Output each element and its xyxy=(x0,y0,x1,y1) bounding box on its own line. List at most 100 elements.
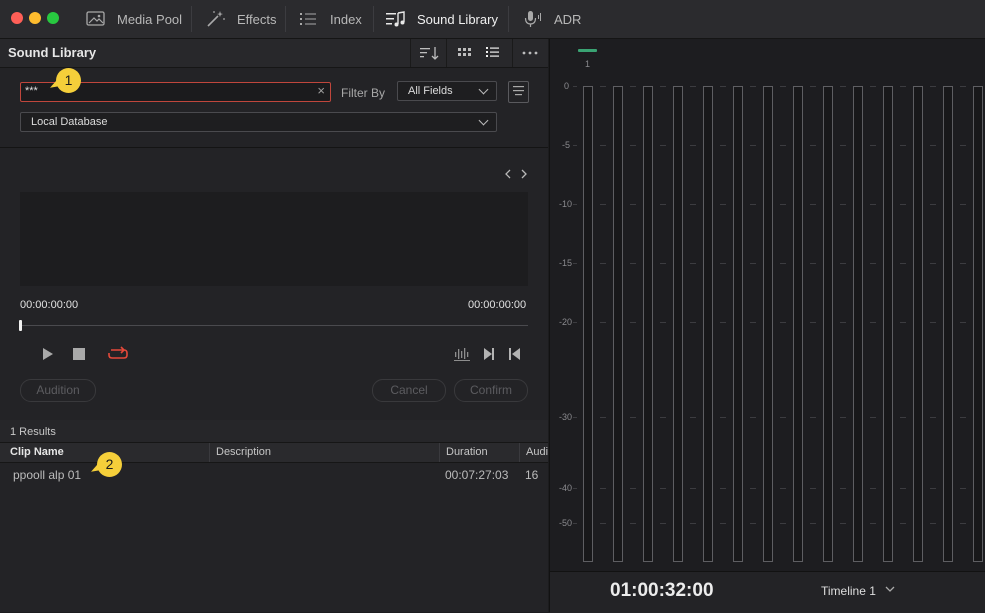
column-header-description[interactable]: Description xyxy=(216,446,271,458)
more-options-icon xyxy=(522,51,538,55)
meter-scale-dash xyxy=(840,417,846,418)
meter-bar xyxy=(793,86,803,562)
tab-media-pool[interactable]: Media Pool xyxy=(85,0,182,38)
meter-scale-dash xyxy=(750,488,756,489)
filter-by-dropdown[interactable]: All Fields xyxy=(397,81,497,101)
meter-scale-dash xyxy=(660,204,666,205)
meter-scale-dash xyxy=(573,523,577,524)
meter-scale-dash xyxy=(720,263,726,264)
clear-icon[interactable]: × xyxy=(317,83,325,98)
timeline-selector[interactable]: Timeline 1 xyxy=(821,584,897,598)
table-row[interactable]: ppooll alp 01 00:07:27:03 16 xyxy=(0,464,548,486)
meter-scale-dash xyxy=(810,488,816,489)
meter-scale-dash xyxy=(900,263,906,264)
filter-options-button[interactable] xyxy=(508,81,529,103)
minimize-window-button[interactable] xyxy=(29,12,41,24)
meter-scale-dash xyxy=(630,488,636,489)
timecode-footer: 01:00:32:00 Timeline 1 xyxy=(550,571,985,613)
sound-library-panel: Sound Library *** × Filter By All Fields… xyxy=(0,39,548,612)
meter-scale-dash xyxy=(870,145,876,146)
meter-scale-dash xyxy=(600,322,606,323)
tab-effects[interactable]: Effects xyxy=(205,0,277,38)
meter-scale-dash xyxy=(810,417,816,418)
audio-waveform-button[interactable] xyxy=(454,346,472,362)
waveform-preview xyxy=(20,192,528,286)
meter-scale-dash xyxy=(930,145,936,146)
meter-bar xyxy=(823,86,833,562)
meter-scale-dash xyxy=(780,417,786,418)
tab-adr[interactable]: ADR xyxy=(522,0,581,38)
confirm-button[interactable]: Confirm xyxy=(454,379,528,402)
zoom-window-button[interactable] xyxy=(47,12,59,24)
column-header-audio[interactable]: Audi xyxy=(526,446,548,458)
meter-scale-dash xyxy=(750,523,756,524)
microphone-icon xyxy=(522,10,544,28)
close-window-button[interactable] xyxy=(11,12,23,24)
play-button[interactable] xyxy=(40,347,54,361)
timeline-timecode: 01:00:32:00 xyxy=(610,580,714,601)
meter-scale-dash xyxy=(930,523,936,524)
meter-scale-dash xyxy=(750,204,756,205)
meter-scale-dash xyxy=(660,488,666,489)
meter-bar xyxy=(973,86,983,562)
sort-button[interactable] xyxy=(410,39,447,67)
jump-to-start-button[interactable] xyxy=(508,347,522,361)
meter-scale-dash xyxy=(600,145,606,146)
meter-bar xyxy=(853,86,863,562)
meter-scale-dash xyxy=(930,204,936,205)
meter-scale-dash xyxy=(870,488,876,489)
meter-scale-dash xyxy=(690,523,696,524)
playhead-handle[interactable] xyxy=(19,320,22,331)
meter-scale-dash xyxy=(690,145,696,146)
meter-scale-dash xyxy=(573,204,577,205)
meter-scale-dash xyxy=(930,488,936,489)
stop-button[interactable] xyxy=(73,348,86,361)
more-options-button[interactable] xyxy=(512,39,549,67)
meter-scale-dash xyxy=(780,86,786,87)
meter-scale-dash xyxy=(600,263,606,264)
meter-tick-label: -20 xyxy=(559,317,573,327)
meter-scale-dash xyxy=(690,322,696,323)
results-table-header: Clip Name Description Duration Audi xyxy=(0,442,548,463)
scrub-bar[interactable] xyxy=(20,325,528,326)
meter-scale-dash xyxy=(720,488,726,489)
results-count: 1 Results xyxy=(10,426,56,438)
meter-scale-dash xyxy=(690,204,696,205)
cancel-button[interactable]: Cancel xyxy=(372,379,446,402)
audio-meters-panel: 1 0 -5 -10 -15 -20 -30 -40 -50 01:00:32:… xyxy=(549,39,985,613)
meter-bar xyxy=(613,86,623,562)
meter-scale-dash xyxy=(720,417,726,418)
jump-to-end-button[interactable] xyxy=(482,347,496,361)
meter-bar xyxy=(733,86,743,562)
meter-scale-dash xyxy=(660,86,666,87)
audition-button[interactable]: Audition xyxy=(20,379,96,402)
meter-scale-dash xyxy=(810,86,816,87)
database-dropdown[interactable]: Local Database xyxy=(20,112,497,132)
tab-sound-library[interactable]: Sound Library xyxy=(385,0,498,38)
media-pool-icon xyxy=(85,10,107,28)
meter-scale-dash xyxy=(630,204,636,205)
previous-clip-button[interactable] xyxy=(502,167,514,179)
tab-index[interactable]: Index xyxy=(298,0,362,38)
meter-scale-dash xyxy=(573,263,577,264)
column-header-duration[interactable]: Duration xyxy=(446,446,488,458)
next-clip-button[interactable] xyxy=(518,167,530,179)
meter-scale-dash xyxy=(630,417,636,418)
grid-view-button[interactable] xyxy=(446,39,481,67)
meter-tick-label: -5 xyxy=(562,140,571,150)
meter-scale-dash xyxy=(630,263,636,264)
column-header-clip-name[interactable]: Clip Name xyxy=(10,446,64,458)
duration-cell: 00:07:27:03 xyxy=(445,468,509,482)
effects-wand-icon xyxy=(205,10,227,28)
meter-scale-dash xyxy=(900,204,906,205)
meter-scale-dash xyxy=(630,523,636,524)
meter-scale-dash xyxy=(900,86,906,87)
chevron-down-icon xyxy=(478,84,489,95)
meter-tick-label: -10 xyxy=(559,199,573,209)
list-view-button[interactable] xyxy=(480,39,512,67)
meter-scale-dash xyxy=(960,322,966,323)
loop-button[interactable] xyxy=(106,345,130,363)
meter-scale-dash xyxy=(573,86,577,87)
sound-library-icon xyxy=(385,10,407,28)
audio-cell: 16 xyxy=(525,468,539,482)
